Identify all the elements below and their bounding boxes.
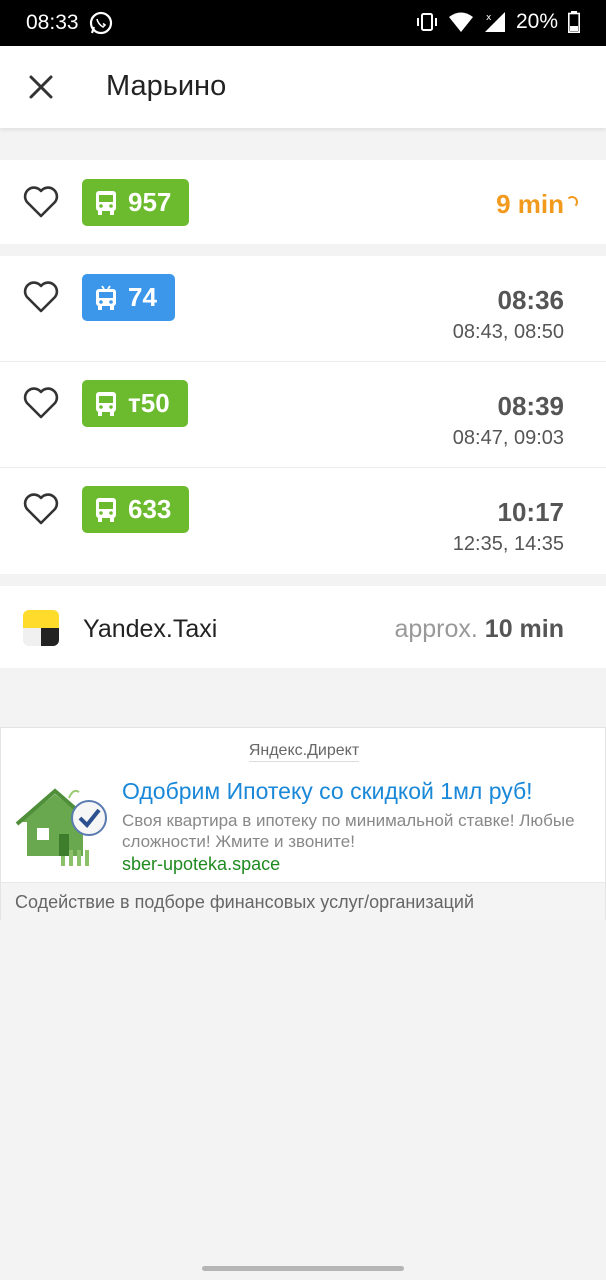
bus-icon — [96, 391, 116, 416]
route-times: 08:39 08:47, 09:03 — [453, 391, 564, 450]
ad-block[interactable]: Яндекс.Директ Одобрим Ипотеку со скидкой… — [0, 727, 606, 920]
favorite-heart-icon[interactable] — [22, 492, 60, 526]
route-badge-957[interactable]: 957 — [82, 179, 190, 226]
status-icons: x 20% — [416, 10, 580, 34]
taxi-approx-label: approx. — [394, 615, 478, 643]
route-eta: 9 min — [496, 189, 564, 219]
route-number: 957 — [128, 187, 172, 217]
ad-source-label: Яндекс.Директ — [248, 742, 360, 762]
bus-icon — [96, 190, 116, 215]
next-departure: 10:17 — [497, 497, 565, 527]
taxi-card[interactable]: Yandex.Taxi approx. 10 min — [0, 586, 606, 668]
taxi-eta: approx. 10 min — [394, 615, 564, 644]
stop-header: Марьино — [0, 46, 606, 128]
ad-url[interactable]: sber-upoteka.space — [122, 854, 280, 875]
route-times: 10:17 12:35, 14:35 — [453, 497, 564, 556]
route-row-633[interactable]: 633 10:17 12:35, 14:35 — [0, 468, 606, 574]
battery-icon — [568, 11, 580, 33]
ad-source: Яндекс.Директ — [1, 742, 606, 762]
svg-text:x: x — [486, 13, 492, 23]
yandex-taxi-logo — [23, 610, 59, 646]
later-departures: 08:47, 09:03 — [452, 427, 564, 449]
ad-headline[interactable]: Одобрим Ипотеку со скидкой 1мл руб! — [122, 778, 533, 805]
route-number: 633 — [128, 494, 172, 524]
trolleybus-icon — [96, 285, 116, 310]
later-departures: 08:43, 08:50 — [452, 321, 564, 343]
route-badge-t50[interactable]: т50 — [82, 380, 188, 427]
battery-percent: 20% — [515, 10, 558, 33]
house-icon — [15, 788, 107, 866]
route-row-t50[interactable]: т50 08:39 08:47, 09:03 — [0, 362, 606, 468]
gesture-nav-bar — [0, 1256, 606, 1280]
stop-title: Марьино — [106, 70, 227, 102]
later-departures: 12:35, 14:35 — [452, 533, 564, 555]
next-departure: 08:36 — [497, 285, 565, 315]
bus-icon — [96, 497, 116, 522]
ad-disclaimer: Содействие в подборе финансовых услуг/ор… — [1, 882, 605, 920]
taxi-name: Yandex.Taxi — [83, 615, 218, 643]
route-number: 74 — [128, 282, 157, 312]
favorite-heart-icon[interactable] — [22, 280, 60, 314]
route-number: т50 — [128, 388, 170, 418]
route-badge-74[interactable]: 74 — [82, 274, 175, 321]
taxi-logo-icon — [23, 610, 59, 646]
scheduled-routes-card: 74 08:36 08:43, 08:50 т50 08:39 08:47, 0… — [0, 256, 606, 574]
ad-description: Своя квартира в ипотеку по минимальной с… — [122, 811, 575, 851]
route-row-957[interactable]: 957 9 min — [0, 160, 606, 244]
favorite-heart-icon[interactable] — [22, 386, 60, 420]
favorite-heart-icon[interactable] — [22, 185, 60, 219]
vibrate-icon — [416, 13, 437, 31]
wifi-icon — [448, 12, 473, 32]
taxi-eta-value: 10 min — [484, 615, 564, 643]
route-times: 08:36 08:43, 08:50 — [453, 285, 564, 344]
status-time: 08:33 — [26, 11, 79, 34]
route-badge-633[interactable]: 633 — [82, 486, 190, 533]
live-routes-card: 957 9 min — [0, 160, 606, 244]
close-icon[interactable] — [22, 68, 60, 106]
whatsapp-icon — [89, 11, 113, 35]
loading-spinner-icon — [566, 196, 578, 208]
next-departure: 08:39 — [497, 391, 565, 421]
status-bar: 08:33 x 20% — [0, 0, 606, 46]
signal-icon: x — [484, 12, 505, 32]
home-handle[interactable] — [202, 1266, 404, 1271]
route-row-74[interactable]: 74 08:36 08:43, 08:50 — [0, 256, 606, 362]
